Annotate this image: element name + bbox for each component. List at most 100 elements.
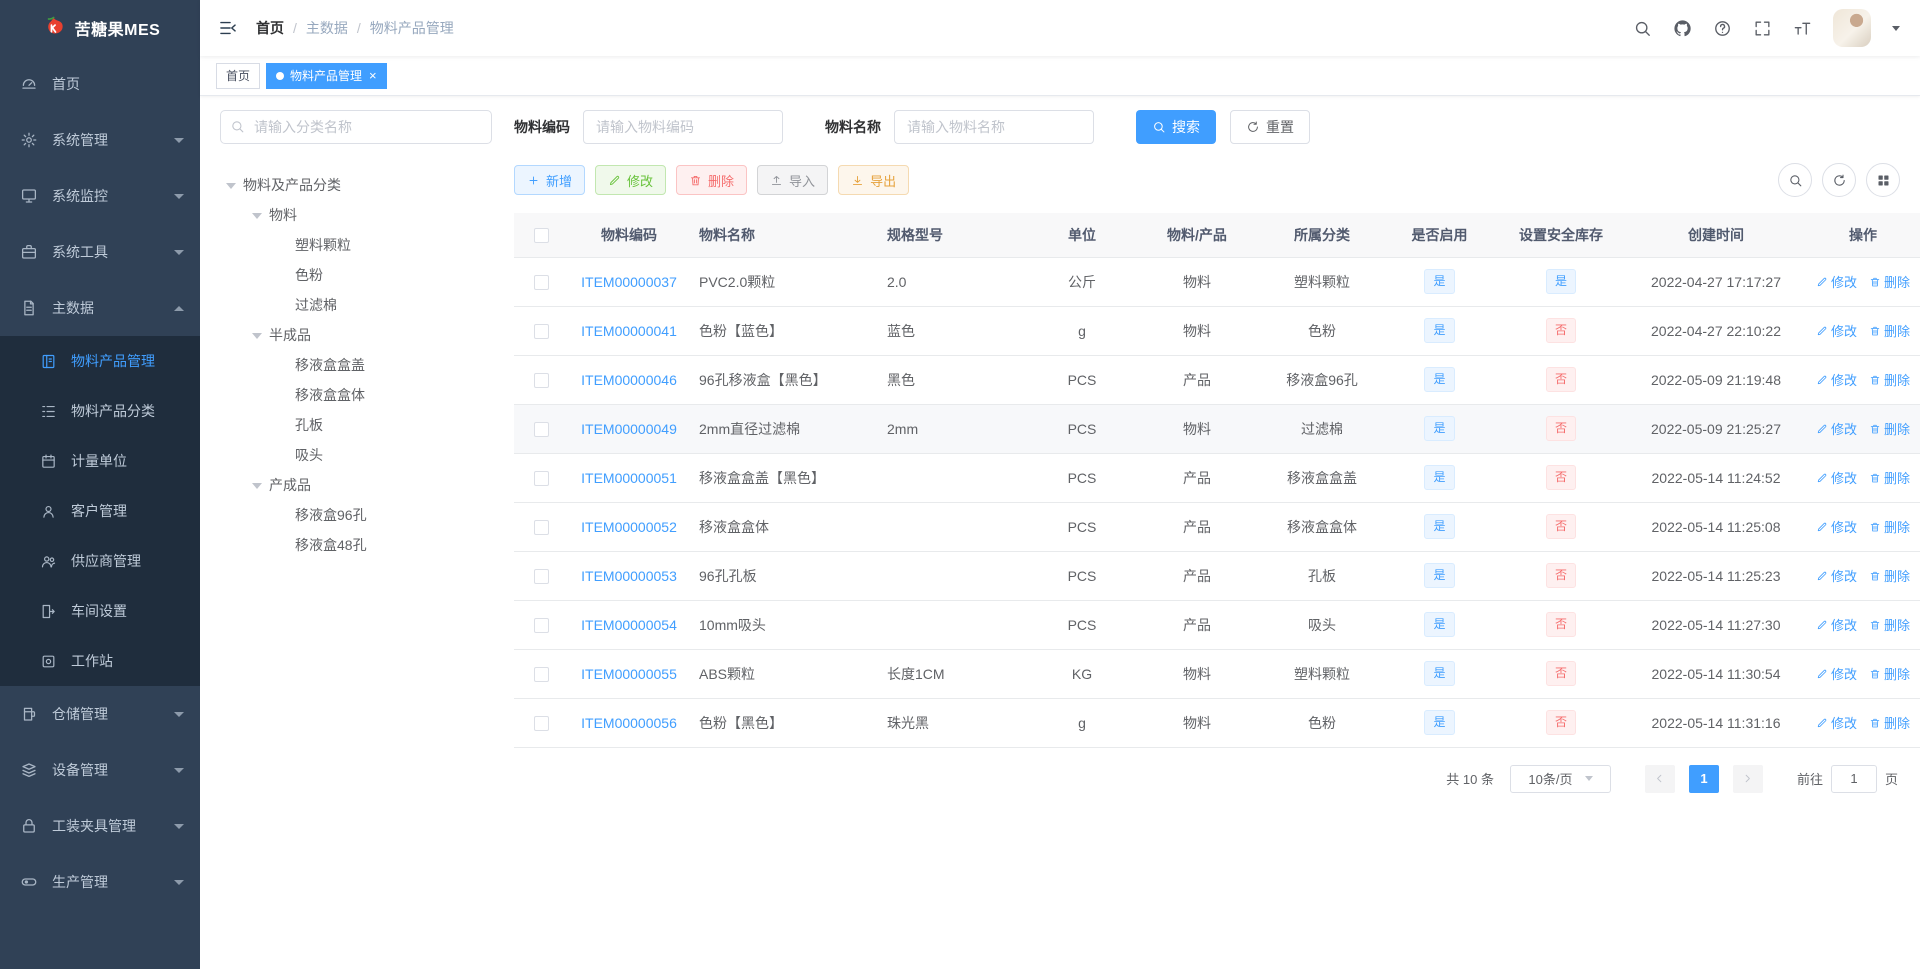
- search-button[interactable]: 搜索: [1136, 110, 1216, 144]
- select-all-checkbox[interactable]: [534, 228, 549, 244]
- material-code-link[interactable]: ITEM00000054: [581, 617, 677, 633]
- material-code-link[interactable]: ITEM00000055: [581, 666, 677, 682]
- hamburger-icon[interactable]: [214, 14, 242, 42]
- tree-node[interactable]: 物料: [220, 200, 492, 230]
- export-button[interactable]: 导出: [838, 165, 910, 195]
- header-search-button[interactable]: [1633, 19, 1652, 38]
- tree-expand-caret-icon[interactable]: [252, 332, 262, 344]
- edit-button[interactable]: 修改: [595, 165, 667, 195]
- add-button[interactable]: 新增: [514, 165, 586, 195]
- tree-node[interactable]: 移液盒盒体: [220, 380, 492, 410]
- close-icon[interactable]: ×: [369, 69, 377, 82]
- tab-home[interactable]: 首页: [216, 62, 261, 89]
- sidebar-item-system-tools[interactable]: 系统工具: [0, 224, 200, 280]
- sidebar-item-workstation[interactable]: 工作站: [0, 636, 200, 686]
- font-size-button[interactable]: [1793, 19, 1812, 38]
- edit-row-link[interactable]: 修改: [1816, 713, 1857, 732]
- row-checkbox[interactable]: [534, 715, 549, 731]
- delete-row-link[interactable]: 删除: [1869, 517, 1910, 536]
- sidebar-item-material-product-category[interactable]: 物料产品分类: [0, 386, 200, 436]
- tree-node[interactable]: 产成品: [220, 470, 492, 500]
- row-checkbox[interactable]: [534, 617, 549, 633]
- tree-node[interactable]: 移液盒盒盖: [220, 350, 492, 380]
- material-code-link[interactable]: ITEM00000041: [581, 323, 677, 339]
- edit-row-link[interactable]: 修改: [1816, 664, 1857, 683]
- next-page-button[interactable]: [1732, 764, 1763, 793]
- reset-button[interactable]: 重置: [1230, 110, 1310, 144]
- delete-row-link[interactable]: 删除: [1869, 713, 1910, 732]
- github-button[interactable]: [1673, 19, 1692, 38]
- material-code-link[interactable]: ITEM00000046: [581, 372, 677, 388]
- page-size-select[interactable]: 10条/页: [1509, 764, 1611, 793]
- sidebar-item-tooling-fixture-management[interactable]: 工装夹具管理: [0, 798, 200, 854]
- edit-row-link[interactable]: 修改: [1816, 419, 1857, 438]
- sidebar-item-home[interactable]: 首页: [0, 56, 200, 112]
- material-code-link[interactable]: ITEM00000053: [581, 568, 677, 584]
- edit-row-link[interactable]: 修改: [1816, 321, 1857, 340]
- row-checkbox[interactable]: [534, 421, 549, 437]
- edit-row-link[interactable]: 修改: [1816, 517, 1857, 536]
- material-code-link[interactable]: ITEM00000051: [581, 470, 677, 486]
- tree-node[interactable]: 移液盒96孔: [220, 500, 492, 530]
- row-checkbox[interactable]: [534, 568, 549, 584]
- app-logo[interactable]: 苦糖果MES: [0, 0, 200, 56]
- delete-row-link[interactable]: 删除: [1869, 615, 1910, 634]
- tree-node[interactable]: 过滤棉: [220, 290, 492, 320]
- row-checkbox[interactable]: [534, 666, 549, 682]
- delete-button[interactable]: 删除: [676, 165, 748, 195]
- sidebar-item-equipment-management[interactable]: 设备管理: [0, 742, 200, 798]
- row-checkbox[interactable]: [534, 274, 549, 290]
- row-checkbox[interactable]: [534, 519, 549, 535]
- edit-row-link[interactable]: 修改: [1816, 566, 1857, 585]
- delete-row-link[interactable]: 删除: [1869, 321, 1910, 340]
- tree-expand-caret-icon[interactable]: [252, 212, 262, 224]
- category-search-input[interactable]: [220, 110, 492, 144]
- sidebar-item-warehouse-management[interactable]: 仓储管理: [0, 686, 200, 742]
- delete-row-link[interactable]: 删除: [1869, 419, 1910, 438]
- material-code-link[interactable]: ITEM00000037: [581, 274, 677, 290]
- sidebar-item-system-monitoring[interactable]: 系统监控: [0, 168, 200, 224]
- delete-row-link[interactable]: 删除: [1869, 370, 1910, 389]
- sidebar-item-production-management[interactable]: 生产管理: [0, 854, 200, 910]
- tree-node[interactable]: 塑料颗粒: [220, 230, 492, 260]
- sidebar-item-master-data[interactable]: 主数据: [0, 280, 200, 336]
- sidebar-item-system-management[interactable]: 系统管理: [0, 112, 200, 168]
- refresh-table-button[interactable]: [1822, 163, 1856, 197]
- tree-node[interactable]: 吸头: [220, 440, 492, 470]
- row-checkbox[interactable]: [534, 470, 549, 486]
- sidebar-item-customer-management[interactable]: 客户管理: [0, 486, 200, 536]
- sidebar-item-workshop-settings[interactable]: 车间设置: [0, 586, 200, 636]
- material-code-link[interactable]: ITEM00000052: [581, 519, 677, 535]
- delete-row-link[interactable]: 删除: [1869, 664, 1910, 683]
- tab-material-product-management[interactable]: 物料产品管理 ×: [266, 62, 387, 89]
- material-code-input[interactable]: [583, 110, 783, 144]
- current-page-button[interactable]: 1: [1688, 764, 1719, 793]
- import-button[interactable]: 导入: [757, 165, 829, 195]
- delete-row-link[interactable]: 删除: [1869, 272, 1910, 291]
- tree-node[interactable]: 色粉: [220, 260, 492, 290]
- breadcrumb-item[interactable]: 首页: [256, 18, 284, 38]
- edit-row-link[interactable]: 修改: [1816, 615, 1857, 634]
- goto-page-input[interactable]: [1830, 764, 1877, 793]
- chevron-down-icon[interactable]: [1892, 26, 1900, 35]
- prev-page-button[interactable]: [1644, 764, 1675, 793]
- tree-expand-caret-icon[interactable]: [226, 182, 236, 194]
- tree-expand-caret-icon[interactable]: [252, 482, 262, 494]
- toggle-search-button[interactable]: [1778, 163, 1812, 197]
- sidebar-item-material-product-management[interactable]: 物料产品管理: [0, 336, 200, 386]
- material-code-link[interactable]: ITEM00000056: [581, 715, 677, 731]
- sidebar-item-measurement-unit[interactable]: 计量单位: [0, 436, 200, 486]
- edit-row-link[interactable]: 修改: [1816, 468, 1857, 487]
- fullscreen-button[interactable]: [1753, 19, 1772, 38]
- row-checkbox[interactable]: [534, 372, 549, 388]
- material-code-link[interactable]: ITEM00000049: [581, 421, 677, 437]
- tree-node[interactable]: 半成品: [220, 320, 492, 350]
- row-checkbox[interactable]: [534, 323, 549, 339]
- edit-row-link[interactable]: 修改: [1816, 370, 1857, 389]
- edit-row-link[interactable]: 修改: [1816, 272, 1857, 291]
- tree-node[interactable]: 移液盒48孔: [220, 530, 492, 560]
- delete-row-link[interactable]: 删除: [1869, 468, 1910, 487]
- tree-node[interactable]: 物料及产品分类: [220, 170, 492, 200]
- help-button[interactable]: [1713, 19, 1732, 38]
- material-name-input[interactable]: [894, 110, 1094, 144]
